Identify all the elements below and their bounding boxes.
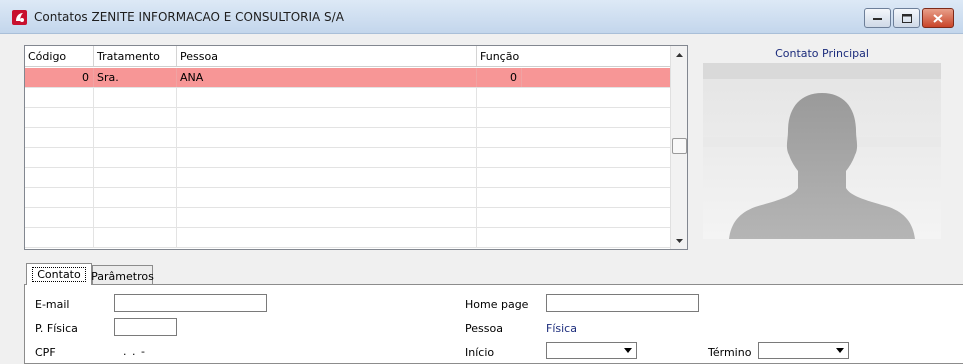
maximize-button[interactable] [893, 8, 920, 28]
cell-pessoa: ANA [177, 68, 477, 87]
person-silhouette-icon [703, 63, 941, 239]
tab-contato-label: Contato [32, 267, 86, 282]
minimize-button[interactable] [864, 8, 891, 28]
maximize-icon [901, 13, 912, 23]
scroll-up-icon [676, 52, 683, 57]
scroll-down-icon [676, 238, 683, 243]
scroll-down-button[interactable] [671, 232, 688, 249]
table-row[interactable] [25, 228, 670, 248]
inicio-label: Início [465, 346, 495, 359]
contatos-window: Contatos ZENITE INFORMACAO E CONSULTORIA… [0, 0, 963, 364]
table-row[interactable] [25, 188, 670, 208]
pfisica-field[interactable] [114, 318, 177, 336]
cell-funcao: 0 [477, 68, 522, 87]
chevron-down-icon [624, 348, 632, 353]
cpf-label: CPF [35, 346, 56, 359]
tab-parametros[interactable]: Parâmetros [91, 265, 154, 286]
column-header-tratamento[interactable]: Tratamento [94, 46, 177, 66]
scroll-up-button[interactable] [671, 46, 688, 63]
cpf-field[interactable]: . . - [123, 345, 146, 358]
pessoa-label: Pessoa [465, 322, 503, 335]
close-button[interactable] [922, 8, 954, 28]
cell-codigo: 0 [25, 68, 94, 87]
app-icon [12, 10, 27, 25]
pfisica-label: P. Física [35, 322, 78, 335]
table-row[interactable] [25, 148, 670, 168]
homepage-field[interactable] [546, 294, 699, 312]
table-row[interactable] [25, 208, 670, 228]
scroll-thumb[interactable] [672, 138, 687, 154]
table-row[interactable] [25, 88, 670, 108]
close-icon [933, 13, 943, 23]
table-row[interactable] [25, 128, 670, 148]
minimize-icon [872, 18, 882, 20]
table-row[interactable] [25, 108, 670, 128]
table-row[interactable]: 0 Sra. ANA 0 [25, 68, 670, 88]
contacts-grid[interactable]: Código Tratamento Pessoa Função 0 Sra. A… [24, 45, 688, 250]
inicio-date-picker[interactable] [546, 342, 637, 359]
table-row[interactable] [25, 168, 670, 188]
column-header-funcao[interactable]: Função [477, 46, 670, 66]
vertical-scrollbar[interactable] [670, 46, 687, 249]
column-header-codigo[interactable]: Código [25, 46, 94, 66]
tab-parametros-label: Parâmetros [91, 269, 154, 283]
termino-label: Término [708, 346, 752, 359]
cell-tratamento: Sra. [94, 68, 177, 87]
photo-title: Contato Principal [775, 47, 869, 60]
email-label: E-mail [35, 298, 70, 311]
homepage-label: Home page [465, 298, 529, 311]
contato-panel: E-mail Home page P. Física Pessoa Física… [24, 284, 963, 364]
chevron-down-icon [836, 348, 844, 353]
window-title: Contatos ZENITE INFORMACAO E CONSULTORIA… [34, 10, 344, 24]
tab-contato[interactable]: Contato [26, 263, 92, 285]
title-bar[interactable]: Contatos ZENITE INFORMACAO E CONSULTORIA… [0, 0, 963, 34]
grid-body: 0 Sra. ANA 0 [25, 68, 670, 248]
contact-photo[interactable] [703, 63, 941, 239]
grid-header: Código Tratamento Pessoa Função [25, 46, 670, 67]
termino-date-picker[interactable] [758, 342, 849, 359]
email-field[interactable] [114, 294, 267, 312]
column-header-pessoa[interactable]: Pessoa [177, 46, 477, 66]
pessoa-value: Física [546, 322, 577, 335]
